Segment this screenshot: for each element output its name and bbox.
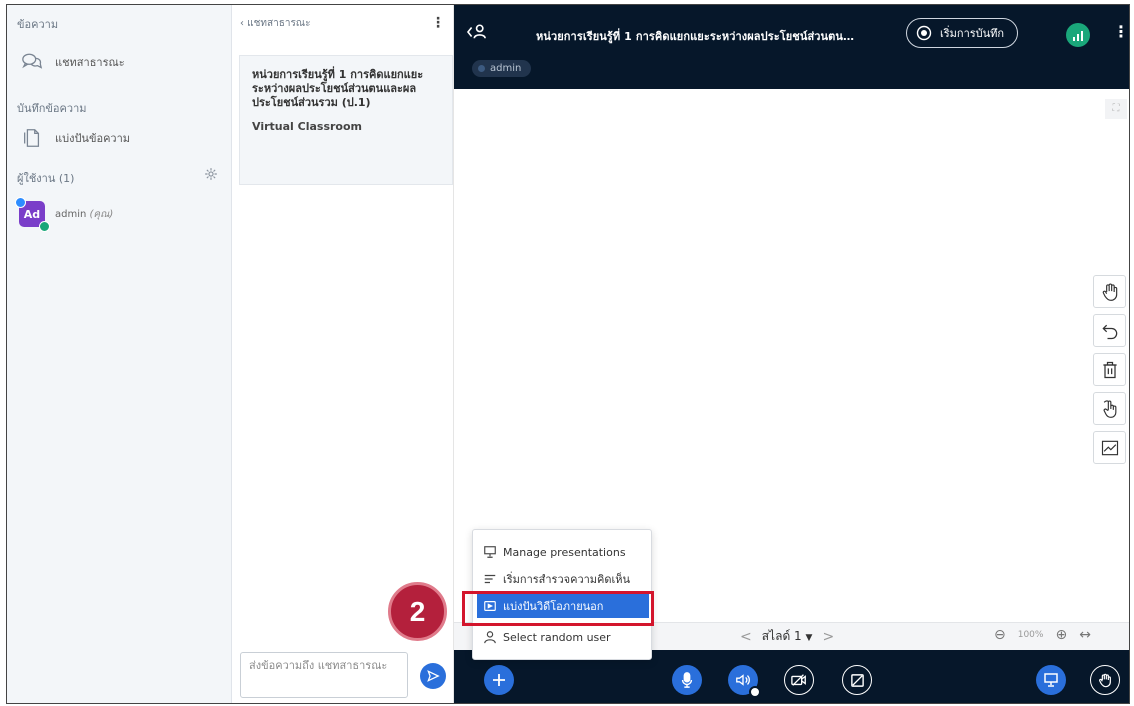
speaker-icon [736,674,750,686]
welcome-title: หน่วยการเรียนรู้ที่ 1 การคิดแยกแยะระหว่า… [252,68,424,109]
chat-message-input[interactable]: ส่งข้อความถึง แชทสาธารณะ [240,652,408,698]
sidebar-item-public-chat[interactable]: แชทสาธารณะ [21,51,125,73]
undo-icon [1101,324,1117,339]
microphone-icon [681,672,693,688]
chat-options-icon[interactable]: ⋮ [431,16,445,30]
public-chat-label: แชทสาธารณะ [55,56,125,69]
step-badge: 2 [388,582,447,641]
menu-item-label: Select random user [503,630,611,644]
zoom-controls: ⊖ 100% ⊕ ↔ [994,627,1091,643]
talking-indicator: admin [472,60,532,77]
menu-item-manage-presentations[interactable]: Manage presentations [477,540,649,564]
menu-item-label: แบ่งปันวิดีโอภายนอก [503,600,604,613]
next-slide-icon[interactable]: > [822,629,834,645]
zoom-out-icon[interactable]: ⊖ [994,627,1006,643]
notes-section-title: บันทึกข้อความ [17,102,87,115]
plus-icon [493,674,505,686]
chat-header: ‹ แชทสาธารณะ ⋮ [240,13,445,33]
hand-icon [1099,673,1111,688]
presentation-toggle-button[interactable] [1036,665,1066,695]
trash-icon [1102,361,1117,378]
microphone-button[interactable] [672,665,702,695]
moderator-indicator [15,197,26,208]
avatar-initials: Ad [23,207,41,221]
zoom-in-icon[interactable]: ⊕ [1055,627,1067,643]
connection-status-icon[interactable] [1066,23,1090,47]
notes-icon [24,129,40,147]
user-name: admin (คุณ) [55,208,114,220]
webcam-button[interactable] [784,665,814,695]
meeting-title: หน่วยการเรียนรู้ที่ 1 การคิดแยกแยะระหว่า… [536,30,855,43]
user-icon [484,631,496,644]
options-menu-icon[interactable]: ⋮ [1113,24,1129,40]
screenshare-button[interactable] [842,665,872,695]
raise-hand-button[interactable] [1090,665,1120,695]
user-list-item[interactable]: Ad admin (คุณ) [15,197,114,232]
toggle-users-icon[interactable] [466,23,488,41]
welcome-message: หน่วยการเรียนรู้ที่ 1 การคิดแยกแยะระหว่า… [239,55,453,185]
chevron-down-icon: ▼ [805,633,813,643]
audio-status-icon [39,221,50,232]
video-off-icon [791,674,806,686]
fit-width-icon[interactable]: ↔ [1079,627,1091,643]
audio-settings-indicator [749,686,761,698]
record-label: เริ่มการบันทึก [940,27,1005,40]
poll-icon [484,574,496,584]
shared-notes-label: แบ่งปันข้อความ [55,132,131,145]
prev-slide-icon[interactable]: < [740,629,752,645]
sidebar: ข้อความ แชทสาธารณะ บันทึกข้อความ แบ่งปัน… [7,5,232,703]
menu-item-select-random-user[interactable]: Select random user [477,625,649,649]
record-icon [916,25,932,41]
multi-user-button[interactable] [1093,392,1126,425]
fullscreen-icon[interactable]: ⛶ [1105,99,1127,119]
menu-item-label: Manage presentations [503,545,626,559]
clear-annotations-button[interactable] [1093,353,1126,386]
zoom-level: 100% [1017,630,1044,640]
annotation-tool-button[interactable] [1093,431,1126,464]
send-icon [427,670,440,682]
messages-section-title: ข้อความ [17,18,59,31]
sidebar-item-shared-notes[interactable]: แบ่งปันข้อความ [21,127,130,149]
menu-item-share-external-video[interactable]: แบ่งปันวิดีโอภายนอก [477,594,649,618]
actions-plus-button[interactable] [484,665,514,695]
send-button[interactable] [420,663,446,689]
pointer-hand-icon [1103,399,1116,418]
screenshare-off-icon [850,673,864,687]
menu-item-label: เริ่มการสำรวจความคิดเห็น [503,573,631,586]
whiteboard-toolbar [1093,275,1126,470]
chart-line-icon [1101,440,1118,455]
undo-button[interactable] [1093,314,1126,347]
actions-menu: Manage presentations เริ่มการสำรวจความคิ… [472,529,652,660]
hand-icon [1102,283,1117,301]
audio-button[interactable] [728,665,761,698]
top-bar: หน่วยการเรียนรู้ที่ 1 การคิดแยกแยะระหว่า… [454,5,1129,89]
record-button[interactable]: เริ่มการบันทึก [906,18,1018,48]
external-video-icon [484,601,496,611]
chat-bubbles-icon [22,53,43,69]
menu-item-start-poll[interactable]: เริ่มการสำรวจความคิดเห็น [477,567,649,591]
welcome-subtitle: Virtual Classroom [252,120,362,133]
slide-select[interactable]: สไลด์ 1 ▼ [762,627,813,646]
presentation-icon [484,546,496,558]
avatar: Ad [15,197,50,232]
gear-icon[interactable] [204,167,218,181]
users-section-title: ผู้ใช้งาน (1) [17,172,75,185]
presentation-icon [1044,673,1058,687]
slide-navigation: < สไลด์ 1 ▼ > [740,627,834,646]
pan-tool-button[interactable] [1093,275,1126,308]
chat-back-button[interactable]: ‹ แชทสาธารณะ [240,16,310,31]
